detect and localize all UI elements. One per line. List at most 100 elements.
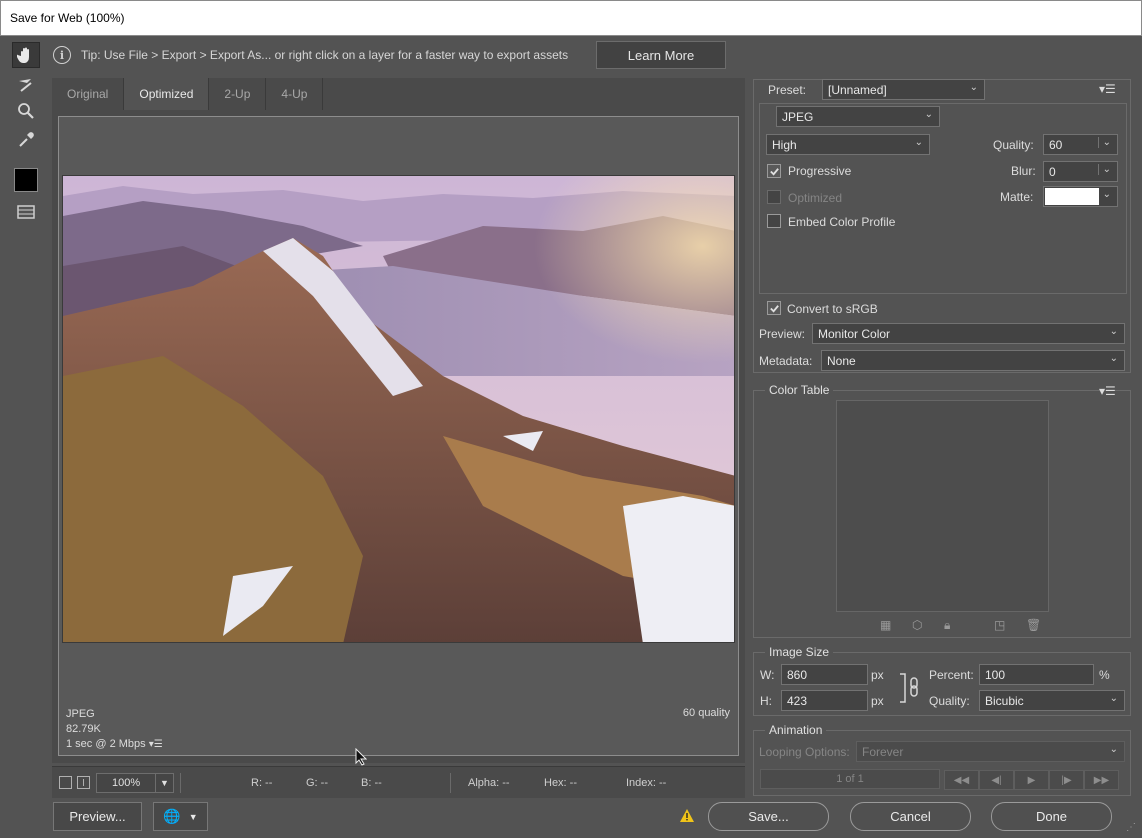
blur-input[interactable]: 0 ⌄ bbox=[1043, 161, 1118, 182]
chevron-down-icon: ⌄ bbox=[1109, 353, 1118, 364]
first-frame-icon[interactable]: ◀◀ bbox=[944, 770, 979, 790]
chevron-down-icon[interactable]: ▼ bbox=[189, 812, 198, 822]
image-size-title: Image Size bbox=[765, 645, 834, 659]
quality-level-select[interactable]: High ⌄ bbox=[766, 134, 930, 155]
preset-label: Preset: bbox=[768, 83, 807, 97]
zoom-level-select[interactable]: 100% ▼ bbox=[96, 773, 174, 793]
height-label: H: bbox=[760, 694, 772, 708]
tab-optimized[interactable]: Optimized bbox=[124, 78, 210, 110]
chevron-down-icon[interactable]: ⌄ bbox=[1103, 189, 1111, 200]
zoom-in-icon[interactable] bbox=[77, 776, 90, 789]
blur-label: Blur: bbox=[1011, 164, 1036, 178]
preview-image[interactable] bbox=[62, 175, 735, 643]
preview-info: JPEG 82.79K 1 sec @ 2 Mbps ▾☰ bbox=[66, 707, 163, 752]
window-title: Save for Web (100%) bbox=[10, 11, 125, 25]
index-readout: Index: -- bbox=[626, 777, 667, 789]
browser-icon: 🌐 bbox=[163, 808, 181, 824]
color-table-well bbox=[836, 400, 1049, 612]
last-frame-icon[interactable]: ▶▶ bbox=[1084, 770, 1119, 790]
next-frame-icon[interactable]: |▶ bbox=[1049, 770, 1084, 790]
hex-readout: Hex: -- bbox=[544, 777, 577, 789]
width-unit: px bbox=[871, 668, 884, 682]
preview-mode-label: Preview: bbox=[759, 327, 806, 341]
chevron-down-icon[interactable]: ▼ bbox=[155, 774, 173, 792]
chevron-down-icon: ⌄ bbox=[1109, 326, 1118, 337]
divider bbox=[180, 773, 181, 793]
resize-grip-icon[interactable]: ⋰ bbox=[1126, 822, 1136, 833]
lock-color-icon[interactable]: 🔒︎ bbox=[944, 618, 958, 632]
matte-label: Matte: bbox=[1000, 190, 1034, 204]
trash-icon[interactable]: 🗑︎ bbox=[1026, 618, 1041, 632]
chevron-down-icon[interactable]: ⌄ bbox=[1097, 137, 1111, 148]
progressive-checkbox[interactable] bbox=[767, 164, 781, 178]
matte-select[interactable]: ⌄ bbox=[1043, 186, 1118, 207]
chevron-down-icon: ⌄ bbox=[914, 137, 923, 148]
frame-counter: 1 of 1 bbox=[760, 769, 940, 789]
convert-srgb-label: Convert to sRGB bbox=[787, 302, 878, 316]
percent-label: Percent: bbox=[929, 668, 974, 682]
save-button[interactable]: Save... bbox=[708, 802, 829, 831]
convert-srgb-checkbox[interactable] bbox=[767, 301, 781, 315]
eyedropper-color-swatch[interactable] bbox=[14, 168, 38, 192]
warning-icon bbox=[679, 808, 695, 826]
cube-icon[interactable]: ⬡ bbox=[912, 618, 926, 632]
matte-color-swatch[interactable] bbox=[1045, 188, 1099, 205]
toggle-slices-icon[interactable] bbox=[12, 199, 40, 225]
resample-quality-label: Quality: bbox=[929, 694, 970, 708]
tab-4-up[interactable]: 4-Up bbox=[266, 78, 324, 110]
width-input[interactable]: 860 bbox=[781, 664, 868, 685]
color-table-tools: ▦ ⬡ 🔒︎ ◳ 🗑︎ bbox=[878, 618, 1048, 634]
web-snap-icon[interactable]: ▦ bbox=[880, 618, 894, 632]
zoom-out-icon[interactable] bbox=[59, 776, 72, 789]
percent-input[interactable]: 100 bbox=[979, 664, 1094, 685]
preset-select[interactable]: [Unnamed] ⌄ bbox=[822, 79, 985, 100]
constrain-proportions-link-icon[interactable] bbox=[898, 672, 922, 706]
red-readout: R: -- bbox=[251, 777, 273, 789]
learn-more-button[interactable]: Learn More bbox=[596, 41, 726, 69]
eyedropper-tool-icon[interactable] bbox=[12, 127, 40, 153]
download-speed-menu-icon[interactable]: ▾☰ bbox=[149, 739, 163, 750]
play-icon[interactable]: ▶ bbox=[1014, 770, 1049, 790]
file-format-select[interactable]: JPEG ⌄ bbox=[776, 106, 940, 127]
previous-frame-icon[interactable]: ◀| bbox=[979, 770, 1014, 790]
optimized-checkbox[interactable] bbox=[767, 190, 781, 204]
color-table-menu-icon[interactable]: ▾☰ bbox=[1099, 384, 1116, 398]
embed-color-profile-checkbox[interactable] bbox=[767, 214, 781, 228]
color-table-title: Color Table bbox=[765, 383, 834, 397]
zoom-tool-icon[interactable] bbox=[12, 98, 40, 124]
checkmark-icon bbox=[769, 304, 779, 313]
chevron-down-icon[interactable]: ⌄ bbox=[1097, 164, 1111, 175]
preview-mode-select[interactable]: Monitor Color ⌄ bbox=[812, 323, 1125, 344]
browser-preview-button[interactable]: 🌐 ▼ bbox=[153, 802, 208, 831]
new-color-icon[interactable]: ◳ bbox=[994, 618, 1008, 632]
animation-title: Animation bbox=[765, 723, 827, 737]
optimized-label: Optimized bbox=[788, 191, 843, 205]
slice-select-tool-icon[interactable] bbox=[12, 72, 40, 98]
info-icon: i bbox=[53, 46, 71, 64]
height-unit: px bbox=[871, 694, 884, 708]
preview-download-time[interactable]: 1 sec @ 2 Mbps ▾☰ bbox=[66, 737, 163, 752]
looping-options-label: Looping Options: bbox=[759, 745, 850, 759]
embed-color-profile-label: Embed Color Profile bbox=[788, 215, 896, 229]
height-input[interactable]: 423 bbox=[781, 690, 868, 711]
title-bar: Save for Web (100%) bbox=[0, 0, 1142, 36]
animation-controls: ◀◀ ◀| ▶ |▶ ▶▶ bbox=[944, 770, 1122, 790]
quality-label: Quality: bbox=[993, 138, 1034, 152]
preview-button[interactable]: Preview... bbox=[53, 802, 142, 831]
metadata-select[interactable]: None ⌄ bbox=[821, 350, 1125, 371]
resample-quality-select[interactable]: Bicubic ⌄ bbox=[979, 690, 1125, 711]
width-label: W: bbox=[760, 668, 775, 682]
looping-options-select[interactable]: Forever ⌄ bbox=[856, 741, 1125, 762]
chevron-down-icon: ⌄ bbox=[1109, 693, 1118, 704]
green-readout: G: -- bbox=[306, 777, 328, 789]
tab-2-up[interactable]: 2-Up bbox=[209, 78, 267, 110]
preset-menu-icon[interactable]: ▾☰ bbox=[1099, 82, 1116, 96]
quality-input[interactable]: 60 ⌄ bbox=[1043, 134, 1118, 155]
tool-column bbox=[6, 40, 46, 240]
tip-text: Tip: Use File > Export > Export As... or… bbox=[81, 48, 569, 62]
hand-tool-icon[interactable] bbox=[12, 42, 40, 68]
cancel-button[interactable]: Cancel bbox=[850, 802, 971, 831]
tab-original[interactable]: Original bbox=[52, 78, 125, 110]
preview-quality-label: 60 quality bbox=[682, 707, 730, 719]
done-button[interactable]: Done bbox=[991, 802, 1112, 831]
